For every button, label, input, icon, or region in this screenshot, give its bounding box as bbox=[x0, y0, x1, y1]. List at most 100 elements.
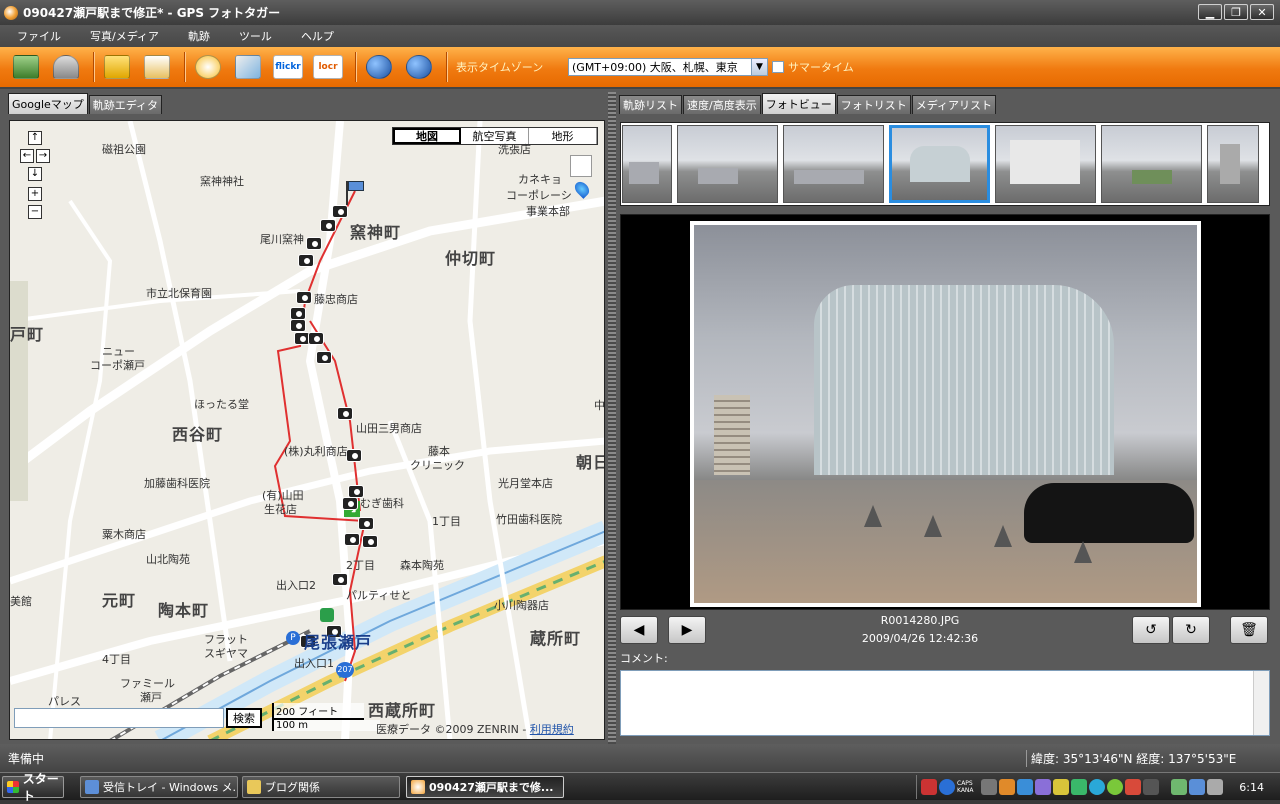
open-folder-button[interactable] bbox=[99, 51, 135, 83]
panel-splitter[interactable] bbox=[608, 92, 616, 744]
volume-icon[interactable] bbox=[1207, 779, 1223, 795]
zoom-in-button[interactable]: + bbox=[28, 187, 42, 201]
start-flag-icon[interactable] bbox=[346, 181, 366, 205]
tray-icon[interactable] bbox=[1053, 779, 1069, 795]
rotate-right-button[interactable]: ↻ bbox=[1172, 616, 1210, 644]
menu-track[interactable]: 軌跡 bbox=[171, 28, 222, 44]
photo-marker-icon[interactable] bbox=[342, 497, 358, 510]
menu-help[interactable]: ヘルプ bbox=[284, 28, 346, 44]
map-search-button[interactable]: 検索 bbox=[226, 708, 262, 728]
delete-photo-button[interactable]: 🗑 bbox=[1230, 616, 1268, 644]
map-label: 山北陶苑 bbox=[146, 553, 190, 566]
photo-marker-icon[interactable] bbox=[346, 449, 362, 462]
timezone-value: (GMT+09:00) 大阪、札幌、東京 bbox=[572, 61, 738, 74]
tab-track-list[interactable]: 軌跡リスト bbox=[619, 95, 682, 114]
thumbnail[interactable] bbox=[1101, 125, 1202, 203]
comment-scrollbar[interactable] bbox=[1253, 671, 1269, 735]
map-label: 森本陶苑 bbox=[400, 559, 444, 572]
globe-export-button[interactable] bbox=[361, 51, 397, 83]
photo-album-button[interactable] bbox=[139, 51, 175, 83]
chevron-down-icon[interactable]: ▼ bbox=[751, 59, 767, 75]
network-icon[interactable] bbox=[1189, 779, 1205, 795]
google-map[interactable]: ↑ ← → ↓ + − 地図 航空写真 地形 ↘ P 207 bbox=[9, 120, 605, 740]
photo-marker-icon[interactable] bbox=[298, 254, 314, 267]
edit-button[interactable] bbox=[230, 51, 266, 83]
thumbnail[interactable] bbox=[783, 125, 884, 203]
taskbar-item-inbox[interactable]: 受信トレイ - Windows メ... bbox=[80, 776, 238, 798]
tab-photo-view[interactable]: フォトビュー bbox=[761, 93, 836, 114]
flickr-button[interactable]: flickr bbox=[270, 51, 306, 83]
menu-photo-media[interactable]: 写真/メディア bbox=[73, 28, 171, 44]
thumbnail[interactable] bbox=[622, 125, 672, 203]
photo-marker-icon[interactable] bbox=[290, 319, 306, 332]
pan-right-button[interactable]: → bbox=[36, 149, 50, 163]
minimize-button[interactable]: ▁ bbox=[1198, 4, 1222, 20]
thumbnail[interactable] bbox=[1207, 125, 1259, 203]
photo-datetime: 2009/04/26 12:42:36 bbox=[861, 632, 979, 645]
map-search-input[interactable] bbox=[14, 708, 224, 728]
photo-marker-icon[interactable] bbox=[308, 332, 324, 345]
tray-icon[interactable] bbox=[1017, 779, 1033, 795]
start-button[interactable]: スタート bbox=[2, 772, 64, 803]
tab-track-editor[interactable]: 軌跡エディタ bbox=[88, 95, 163, 114]
pan-left-button[interactable]: ← bbox=[20, 149, 34, 163]
speed-button[interactable] bbox=[190, 51, 226, 83]
tab-media-list[interactable]: メディアリスト bbox=[911, 95, 996, 114]
tab-google-map[interactable]: Googleマップ bbox=[8, 93, 88, 114]
maximize-button[interactable]: ❐ bbox=[1224, 4, 1248, 20]
pan-up-button[interactable]: ↑ bbox=[28, 131, 42, 145]
taskbar-item-gps-phototagger[interactable]: 090427瀬戸駅まで修... bbox=[406, 776, 564, 798]
next-photo-button[interactable]: ▶ bbox=[668, 616, 706, 644]
photo-marker-icon[interactable] bbox=[316, 351, 332, 364]
network-icon[interactable] bbox=[1171, 779, 1187, 795]
map-type-terrain[interactable]: 地形 bbox=[529, 128, 597, 144]
station-label: 尾張瀬戸 bbox=[304, 633, 373, 652]
ime-icon[interactable] bbox=[999, 779, 1015, 795]
tab-speed-altitude[interactable]: 速度/高度表示 bbox=[683, 95, 761, 114]
globe-video-button[interactable] bbox=[401, 51, 437, 83]
photo-marker-icon[interactable] bbox=[306, 237, 322, 250]
tray-icon[interactable] bbox=[1143, 779, 1159, 795]
tray-icon[interactable] bbox=[1071, 779, 1087, 795]
terms-link[interactable]: 利用規約 bbox=[530, 723, 574, 736]
dst-checkbox[interactable] bbox=[772, 61, 784, 73]
photo-marker-icon[interactable] bbox=[337, 407, 353, 420]
photo-marker-icon[interactable] bbox=[332, 205, 348, 218]
comment-textarea[interactable] bbox=[620, 670, 1270, 736]
taskbar-item-blog[interactable]: ブログ関係 bbox=[242, 776, 400, 798]
thumbnail[interactable] bbox=[677, 125, 778, 203]
photo-marker-icon[interactable] bbox=[344, 533, 360, 546]
photo-marker-icon[interactable] bbox=[362, 535, 378, 548]
photo-marker-icon[interactable] bbox=[358, 517, 374, 530]
photo-marker-icon[interactable] bbox=[332, 573, 348, 586]
thumbnail[interactable] bbox=[995, 125, 1096, 203]
map-type-map[interactable]: 地図 bbox=[393, 128, 461, 144]
photo-marker-icon[interactable] bbox=[320, 219, 336, 232]
tray-icon[interactable] bbox=[1107, 779, 1123, 795]
photo-marker-icon[interactable] bbox=[296, 291, 312, 304]
close-button[interactable]: ✕ bbox=[1250, 4, 1274, 20]
import-photos-button[interactable] bbox=[8, 51, 44, 83]
timezone-select[interactable]: (GMT+09:00) 大阪、札幌、東京 ▼ bbox=[568, 58, 768, 76]
tray-icon[interactable] bbox=[1035, 779, 1051, 795]
tab-photo-list[interactable]: フォトリスト bbox=[836, 95, 911, 114]
help-icon[interactable] bbox=[939, 779, 955, 795]
thumbnail-selected[interactable] bbox=[889, 125, 990, 203]
locr-button[interactable]: locr bbox=[310, 51, 346, 83]
status-text: 準備中 bbox=[8, 752, 45, 766]
tray-icon[interactable] bbox=[1089, 779, 1105, 795]
flickr-icon: flickr bbox=[273, 55, 303, 79]
tray-icon[interactable] bbox=[1125, 779, 1141, 795]
pan-down-button[interactable]: ↓ bbox=[28, 167, 42, 181]
prev-photo-button[interactable]: ◀ bbox=[620, 616, 658, 644]
map-label: スギヤマ bbox=[204, 647, 248, 660]
film-marker-icon[interactable] bbox=[570, 155, 592, 177]
menu-file[interactable]: ファイル bbox=[0, 28, 73, 44]
selected-photo[interactable] bbox=[694, 225, 1197, 603]
zoom-out-button[interactable]: − bbox=[28, 205, 42, 219]
gps-device-button[interactable] bbox=[48, 51, 84, 83]
rotate-left-button[interactable]: ↺ bbox=[1132, 616, 1170, 644]
keyboard-icon[interactable] bbox=[981, 779, 997, 795]
menu-tools[interactable]: ツール bbox=[222, 28, 284, 44]
calendar-icon[interactable] bbox=[921, 779, 937, 795]
